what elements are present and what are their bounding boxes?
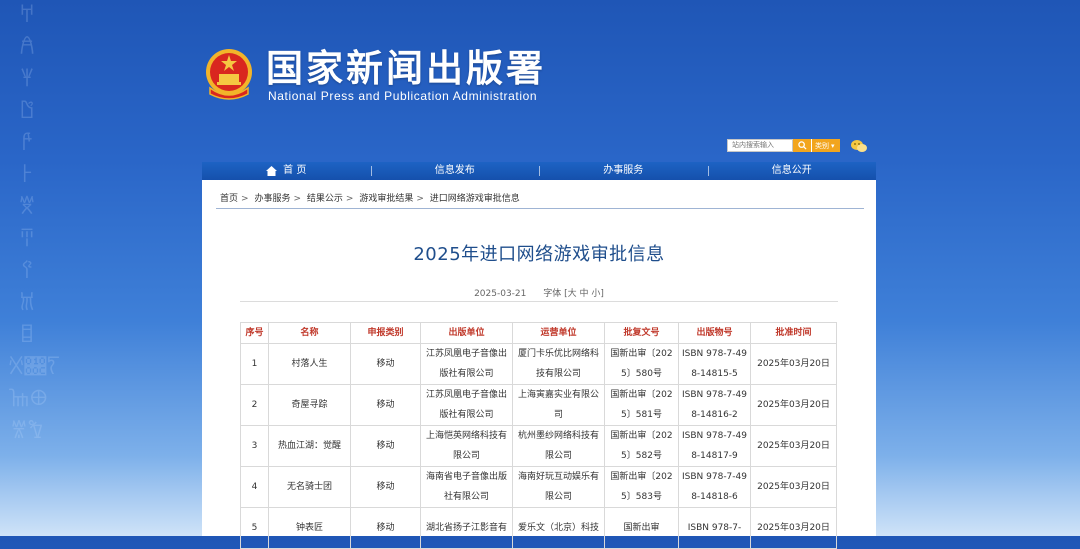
table-cell: 国新出审〔2025〕581号 (604, 384, 679, 426)
column-header: 申报类别 (350, 322, 421, 344)
table-header-row: 序号 名称 申报类别 出版单位 运营单位 批复文号 出版物号 批准时间 (240, 322, 837, 344)
table-cell: 国新出审〔2025〕580号 (604, 343, 679, 385)
table-cell: ISBN 978-7-498-14815-5 (678, 343, 751, 385)
search-input[interactable] (727, 139, 793, 152)
table-cell: 移动 (350, 425, 421, 467)
column-header: 批准时间 (750, 322, 837, 344)
table-row: 5 钟表匠 移动 湖北省扬子江影音有 爱乐文（北京）科技 国新出审 ISBN 9… (240, 507, 837, 549)
table-cell: 2025年03月20日 (750, 507, 837, 549)
table-cell: 2 (240, 384, 269, 426)
font-size-options[interactable]: [大 中 小] (564, 289, 604, 299)
table-cell: 移动 (350, 384, 421, 426)
table-cell: 爱乐文（北京）科技 (512, 507, 605, 549)
approval-table: 序号 名称 申报类别 出版单位 运营单位 批复文号 出版物号 批准时间 1 村落… (240, 322, 837, 549)
table-cell: 移动 (350, 507, 421, 549)
column-header: 序号 (240, 322, 269, 344)
table-cell: ISBN 978-7-498-14816-2 (678, 384, 751, 426)
wechat-icon[interactable] (850, 139, 868, 153)
column-header: 出版单位 (420, 322, 513, 344)
breadcrumb-divider (216, 208, 864, 209)
search-bar: 类别 ▾ (727, 139, 840, 152)
chevron-down-icon: ▾ (831, 141, 835, 150)
nav-item-info-release[interactable]: 信息发布 (370, 162, 540, 180)
table-cell: 钟表匠 (268, 507, 351, 549)
page-title: 2025年进口网络游戏审批信息 (413, 244, 665, 265)
breadcrumb: 首页 > 办事服务 > 结果公示 > 游戏审批结果 > 进口网络游戏审批信息 (220, 194, 520, 204)
table-cell: 国新出审 (604, 507, 679, 549)
table-cell: 湖北省扬子江影音有 (420, 507, 513, 549)
table-cell: 2025年03月20日 (750, 466, 837, 508)
table-cell: 江苏凤凰电子音像出版社有限公司 (420, 343, 513, 385)
breadcrumb-link-home[interactable]: 首页 (220, 194, 238, 204)
home-icon (266, 166, 278, 176)
table-row: 3 热血江湖：觉醒 移动 上海恺英网络科技有限公司 杭州墨纱网络科技有限公司 国… (240, 425, 837, 467)
national-emblem-icon (206, 49, 252, 100)
nav-item-label: 信息发布 (434, 165, 475, 176)
table-cell: 2025年03月20日 (750, 384, 837, 426)
table-cell: 3 (240, 425, 269, 467)
nav-item-label: 信息公开 (771, 165, 812, 176)
nav-item-disclosure[interactable]: 信息公开 (707, 162, 877, 180)
table-cell: 移动 (350, 343, 421, 385)
table-cell: 村落人生 (268, 343, 351, 385)
table-cell: ISBN 978-7-498-14817-9 (678, 425, 751, 467)
nav-item-services[interactable]: 办事服务 (539, 162, 708, 180)
table-cell: 2025年03月20日 (750, 425, 837, 467)
table-cell: 国新出审〔2025〕582号 (604, 425, 679, 467)
breadcrumb-link-results[interactable]: 结果公示 (307, 194, 343, 204)
breadcrumb-current[interactable]: 进口网络游戏审批信息 (430, 194, 520, 204)
font-size-label: 字体 (543, 289, 562, 299)
breadcrumb-link-game-approval[interactable]: 游戏审批结果 (359, 194, 413, 204)
table-cell: 江苏凤凰电子音像出版社有限公司 (420, 384, 513, 426)
main-nav: 首 页 信息发布 办事服务 信息公开 (202, 162, 876, 180)
meta-divider (240, 301, 838, 302)
table-cell: 4 (240, 466, 269, 508)
nav-item-label: 首 页 (283, 165, 307, 176)
table-cell: 无名骑士团 (268, 466, 351, 508)
table-cell: 热血江湖：觉醒 (268, 425, 351, 467)
table-cell: 上海恺英网络科技有限公司 (420, 425, 513, 467)
search-icon (797, 141, 807, 150)
table-cell: ISBN 978-7- (678, 507, 751, 549)
table-cell: 奇屋寻踪 (268, 384, 351, 426)
breadcrumb-link-services[interactable]: 办事服务 (254, 194, 290, 204)
table-cell: 杭州墨纱网络科技有限公司 (512, 425, 605, 467)
column-header: 出版物号 (678, 322, 751, 344)
table-cell: 厦门卡乐优比网络科技有限公司 (512, 343, 605, 385)
table-cell: 5 (240, 507, 269, 549)
table-cell: 上海寅嘉实业有限公司 (512, 384, 605, 426)
table-cell: 1 (240, 343, 269, 385)
column-header: 运营单位 (512, 322, 605, 344)
nav-item-label: 办事服务 (603, 165, 644, 176)
table-row: 4 无名骑士团 移动 海南省电子音像出版社有限公司 海南好玩互动娱乐有限公司 国… (240, 466, 837, 508)
article-meta: 2025-03-21 字体 [大 中 小] (202, 286, 876, 299)
table-row: 1 村落人生 移动 江苏凤凰电子音像出版社有限公司 厦门卡乐优比网络科技有限公司… (240, 343, 837, 385)
search-button[interactable] (793, 139, 811, 152)
table-cell: 国新出审〔2025〕583号 (604, 466, 679, 508)
table-row: 2 奇屋寻踪 移动 江苏凤凰电子音像出版社有限公司 上海寅嘉实业有限公司 国新出… (240, 384, 837, 426)
table-cell: 海南好玩互动娱乐有限公司 (512, 466, 605, 508)
search-category-select[interactable]: 类别 ▾ (811, 139, 840, 152)
site-title: 国家新闻出版署 (266, 46, 546, 90)
column-header: 名称 (268, 322, 351, 344)
search-category-label: 类别 (815, 141, 829, 150)
site-title-english: National Press and Publication Administr… (268, 89, 538, 103)
table-cell: 移动 (350, 466, 421, 508)
publish-date: 2025-03-21 (474, 289, 527, 299)
column-header: 批复文号 (604, 322, 679, 344)
nav-item-home[interactable]: 首 页 (202, 162, 371, 180)
content-panel: 首页 > 办事服务 > 结果公示 > 游戏审批结果 > 进口网络游戏审批信息 2025年… (202, 180, 876, 549)
table-cell: 海南省电子音像出版社有限公司 (420, 466, 513, 508)
table-cell: 2025年03月20日 (750, 343, 837, 385)
table-cell: ISBN 978-7-498-14818-6 (678, 466, 751, 508)
